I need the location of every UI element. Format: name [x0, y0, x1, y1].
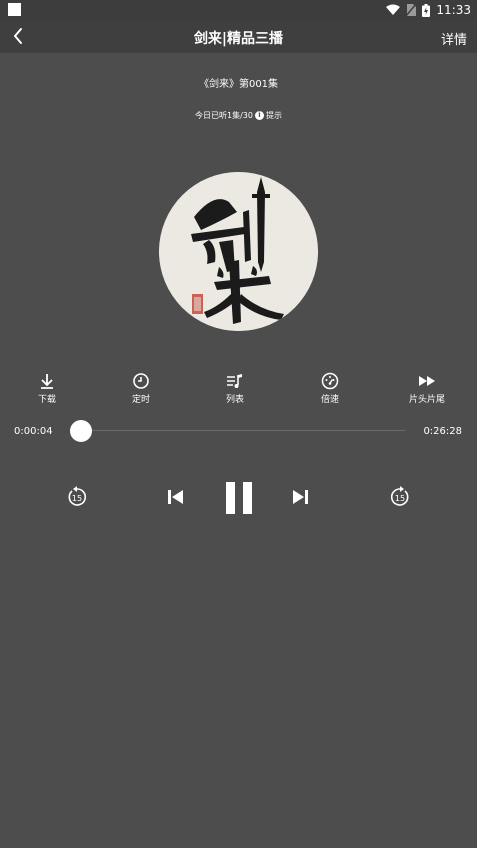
daily-limit-text: 今日已听1集/30	[195, 111, 253, 120]
speed-label: 倍速	[320, 395, 339, 405]
forward-15-button[interactable]: 15	[388, 485, 412, 509]
hint-link[interactable]: 提示	[266, 110, 282, 121]
next-button[interactable]	[290, 487, 310, 507]
skip-next-icon	[293, 490, 308, 504]
download-icon	[41, 374, 53, 389]
skip-intro-outro-label: 片头片尾	[408, 395, 445, 405]
function-row: 下载 定时 列表 倍速 片头片尾	[0, 372, 477, 406]
header-bar: 剑来|精品三播 详情	[0, 20, 477, 53]
timer-icon	[133, 373, 149, 389]
timer-button[interactable]: 定时	[111, 372, 171, 405]
speed-button[interactable]: 倍速	[300, 372, 360, 405]
current-time: 0:00:04	[14, 426, 53, 437]
notification-icon	[8, 3, 21, 16]
previous-button[interactable]	[166, 487, 186, 507]
rewind-seconds-label: 15	[72, 494, 82, 503]
forward-seconds-label: 15	[395, 494, 405, 503]
skip-previous-icon	[168, 490, 183, 504]
playlist-label: 列表	[225, 395, 244, 405]
clock: 11:33	[436, 3, 471, 17]
timer-label: 定时	[131, 395, 150, 405]
battery-charging-icon	[422, 3, 431, 17]
cover-calligraphy-image	[159, 172, 318, 331]
download-button[interactable]: 下载	[17, 372, 77, 405]
episode-title: 《剑来》第001集	[198, 79, 279, 90]
detail-button[interactable]: 详情	[441, 29, 467, 48]
page-title: 剑来|精品三播	[193, 31, 284, 47]
status-icons: 11:33	[386, 1, 471, 19]
status-bar: 11:33	[0, 0, 477, 20]
daily-limit-row: 今日已听1集/30 i 提示	[0, 110, 477, 121]
progress-track[interactable]	[78, 430, 406, 431]
download-label: 下载	[37, 395, 56, 405]
total-time: 0:26:28	[423, 426, 462, 437]
progress-thumb[interactable]	[70, 420, 92, 442]
player-screen: 11:33 剑来|精品三播 详情 《剑来》第001集 今日已听1集/30 i 提…	[0, 0, 477, 848]
skip-intro-outro-button[interactable]: 片头片尾	[397, 372, 457, 405]
no-sim-icon	[406, 4, 417, 16]
speed-icon	[321, 372, 339, 390]
rewind-15-icon: 15	[68, 486, 87, 506]
forward-15-icon: 15	[390, 486, 409, 506]
skip-intro-outro-icon	[419, 376, 435, 386]
playlist-button[interactable]: 列表	[205, 372, 265, 405]
rewind-15-button[interactable]: 15	[65, 485, 89, 509]
wifi-icon	[386, 4, 401, 15]
pause-button[interactable]	[222, 480, 256, 516]
playlist-icon	[227, 374, 242, 388]
album-cover	[159, 172, 318, 331]
info-icon[interactable]: i	[254, 111, 264, 120]
pause-icon	[226, 482, 252, 514]
